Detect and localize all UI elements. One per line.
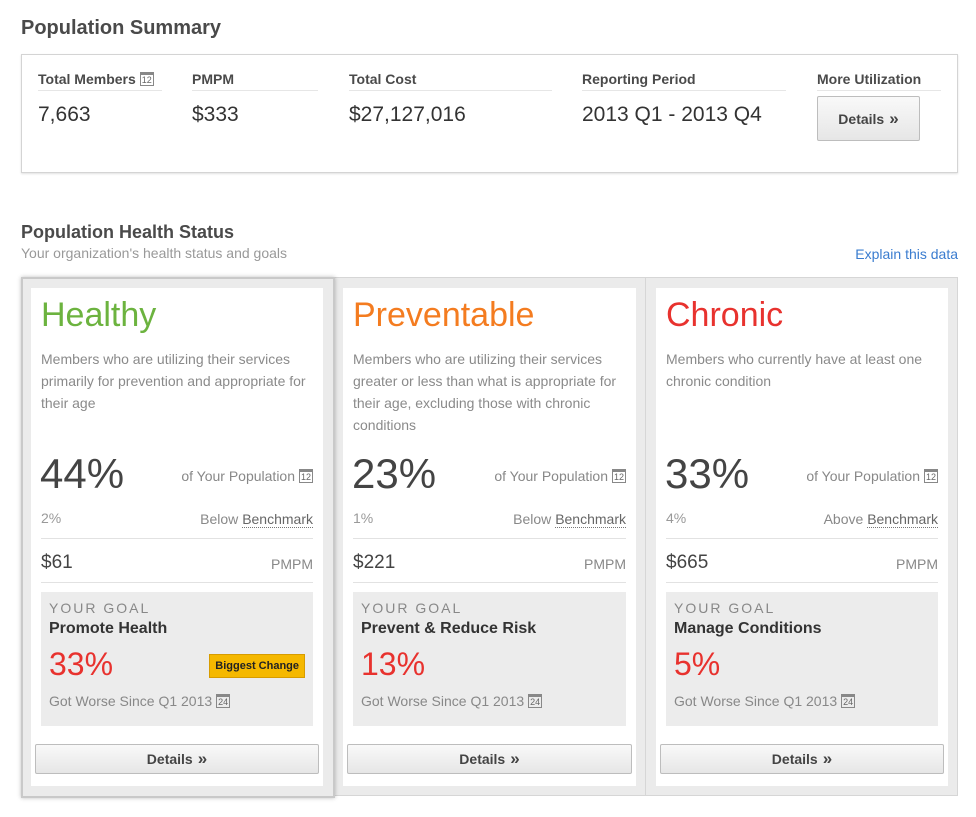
metric-label: PMPM — [192, 71, 318, 91]
double-chevron-right-icon: » — [822, 749, 833, 768]
preventable-details-button[interactable]: Details » — [347, 744, 632, 774]
goal-name: Promote Health — [49, 620, 168, 637]
metric-reporting-period: Reporting Period 2013 Q1 - 2013 Q4 — [582, 71, 786, 127]
divider — [353, 538, 626, 539]
card-description: Members who are utilizing their services… — [41, 351, 306, 411]
goal-name: Manage Conditions — [674, 620, 822, 637]
divider — [353, 582, 626, 583]
section-title: Population Health Status — [21, 222, 235, 242]
card-healthy[interactable]: Healthy Members who are utilizing their … — [21, 277, 335, 798]
population-summary-panel: Total Members 12 7,663 PMPM $333 Total C… — [21, 54, 958, 173]
card-description: Members who currently have at least one … — [666, 351, 923, 389]
metric-value: $333 — [192, 103, 239, 126]
double-chevron-right-icon: » — [889, 108, 899, 128]
goal-percent: 33% — [49, 646, 114, 682]
divider — [666, 582, 938, 583]
goal-heading: YOUR GOAL — [49, 600, 151, 616]
pmpm-value: $61 — [41, 552, 73, 573]
double-chevron-right-icon: » — [197, 749, 208, 768]
metric-value: 2013 Q1 - 2013 Q4 — [582, 103, 762, 126]
metric-pmpm: PMPM $333 — [192, 71, 318, 127]
benchmark-direction: Below — [200, 511, 239, 527]
metric-total-members: Total Members 12 7,663 — [38, 71, 162, 127]
population-label: of Your Population — [806, 468, 920, 484]
goal-panel: YOUR GOAL Manage Conditions 5% Got Worse… — [666, 592, 938, 726]
goal-status: Got Worse Since Q1 2013 — [674, 693, 838, 709]
benchmark-link[interactable]: Benchmark — [242, 511, 313, 528]
pmpm-label: PMPM — [584, 556, 626, 572]
calendar-icon[interactable]: 12 — [924, 469, 938, 483]
calendar-icon[interactable]: 24 — [216, 694, 231, 708]
benchmark-link[interactable]: Benchmark — [555, 511, 626, 528]
divider — [41, 538, 313, 539]
calendar-icon[interactable]: 12 — [299, 469, 313, 483]
pmpm-value: $665 — [666, 552, 709, 573]
card-title: Healthy — [41, 296, 157, 334]
benchmark-value: 1% — [353, 510, 374, 526]
calendar-icon[interactable]: 12 — [612, 469, 626, 483]
goal-status: Got Worse Since Q1 2013 — [361, 693, 525, 709]
button-label: Details — [838, 110, 885, 127]
chronic-details-button[interactable]: Details » — [660, 744, 944, 774]
population-percent: 44% — [40, 450, 125, 497]
card-description: Members who are utilizing their services… — [353, 351, 617, 433]
page-title: Population Summary — [21, 17, 222, 39]
benchmark-direction: Above — [823, 511, 864, 527]
benchmark-value: 4% — [666, 510, 687, 526]
biggest-change-badge: Biggest Change — [209, 654, 305, 678]
pmpm-value: $221 — [353, 552, 396, 573]
benchmark-value: 2% — [41, 510, 62, 526]
metric-label: More Utilization — [817, 71, 941, 91]
calendar-icon[interactable]: 24 — [841, 694, 856, 708]
calendar-icon[interactable]: 24 — [528, 694, 543, 708]
goal-status: Got Worse Since Q1 2013 — [49, 693, 213, 709]
health-status-cards: Healthy Members who are utilizing their … — [21, 277, 958, 798]
metric-total-cost: Total Cost $27,127,016 — [349, 71, 552, 127]
card-title: Chronic — [666, 296, 784, 334]
metric-label: Total Cost — [349, 71, 552, 91]
population-label: of Your Population — [181, 468, 295, 484]
goal-percent: 13% — [361, 646, 426, 682]
calendar-icon[interactable]: 12 — [139, 72, 154, 86]
goal-heading: YOUR GOAL — [361, 600, 463, 616]
goal-panel: YOUR GOAL Prevent & Reduce Risk 13% Got … — [353, 592, 626, 726]
goal-name: Prevent & Reduce Risk — [361, 620, 537, 637]
card-preventable[interactable]: Preventable Members who are utilizing th… — [335, 278, 645, 795]
card-title: Preventable — [353, 296, 535, 334]
population-label: of Your Population — [494, 468, 608, 484]
population-percent: 33% — [665, 450, 750, 497]
metric-value: $27,127,016 — [349, 103, 466, 126]
section-subtitle: Your organization's health status and go… — [21, 245, 288, 261]
metric-label: Reporting Period — [582, 71, 786, 91]
button-label: Details — [459, 751, 506, 767]
metric-label: Total Members — [38, 71, 136, 87]
double-chevron-right-icon: » — [510, 749, 520, 768]
goal-percent: 5% — [674, 646, 721, 682]
button-label: Details — [771, 751, 818, 767]
button-label: Details — [146, 751, 193, 767]
metric-more-utilization: More Utilization — [817, 71, 941, 91]
utilization-details-button[interactable]: Details » — [817, 96, 920, 141]
explain-data-link[interactable]: Explain this data — [855, 246, 958, 262]
goal-panel: YOUR GOAL Promote Health 33% Biggest Cha… — [41, 592, 313, 726]
divider — [41, 582, 313, 583]
benchmark-link[interactable]: Benchmark — [867, 511, 938, 528]
card-chronic[interactable]: Chronic Members who currently have at le… — [646, 278, 958, 795]
healthy-details-button[interactable]: Details » — [35, 744, 319, 774]
pmpm-label: PMPM — [896, 556, 938, 572]
goal-heading: YOUR GOAL — [674, 600, 776, 616]
population-percent: 23% — [352, 450, 437, 497]
benchmark-direction: Below — [513, 511, 552, 527]
divider — [666, 538, 938, 539]
metric-value: 7,663 — [38, 103, 91, 126]
pmpm-label: PMPM — [271, 556, 313, 572]
